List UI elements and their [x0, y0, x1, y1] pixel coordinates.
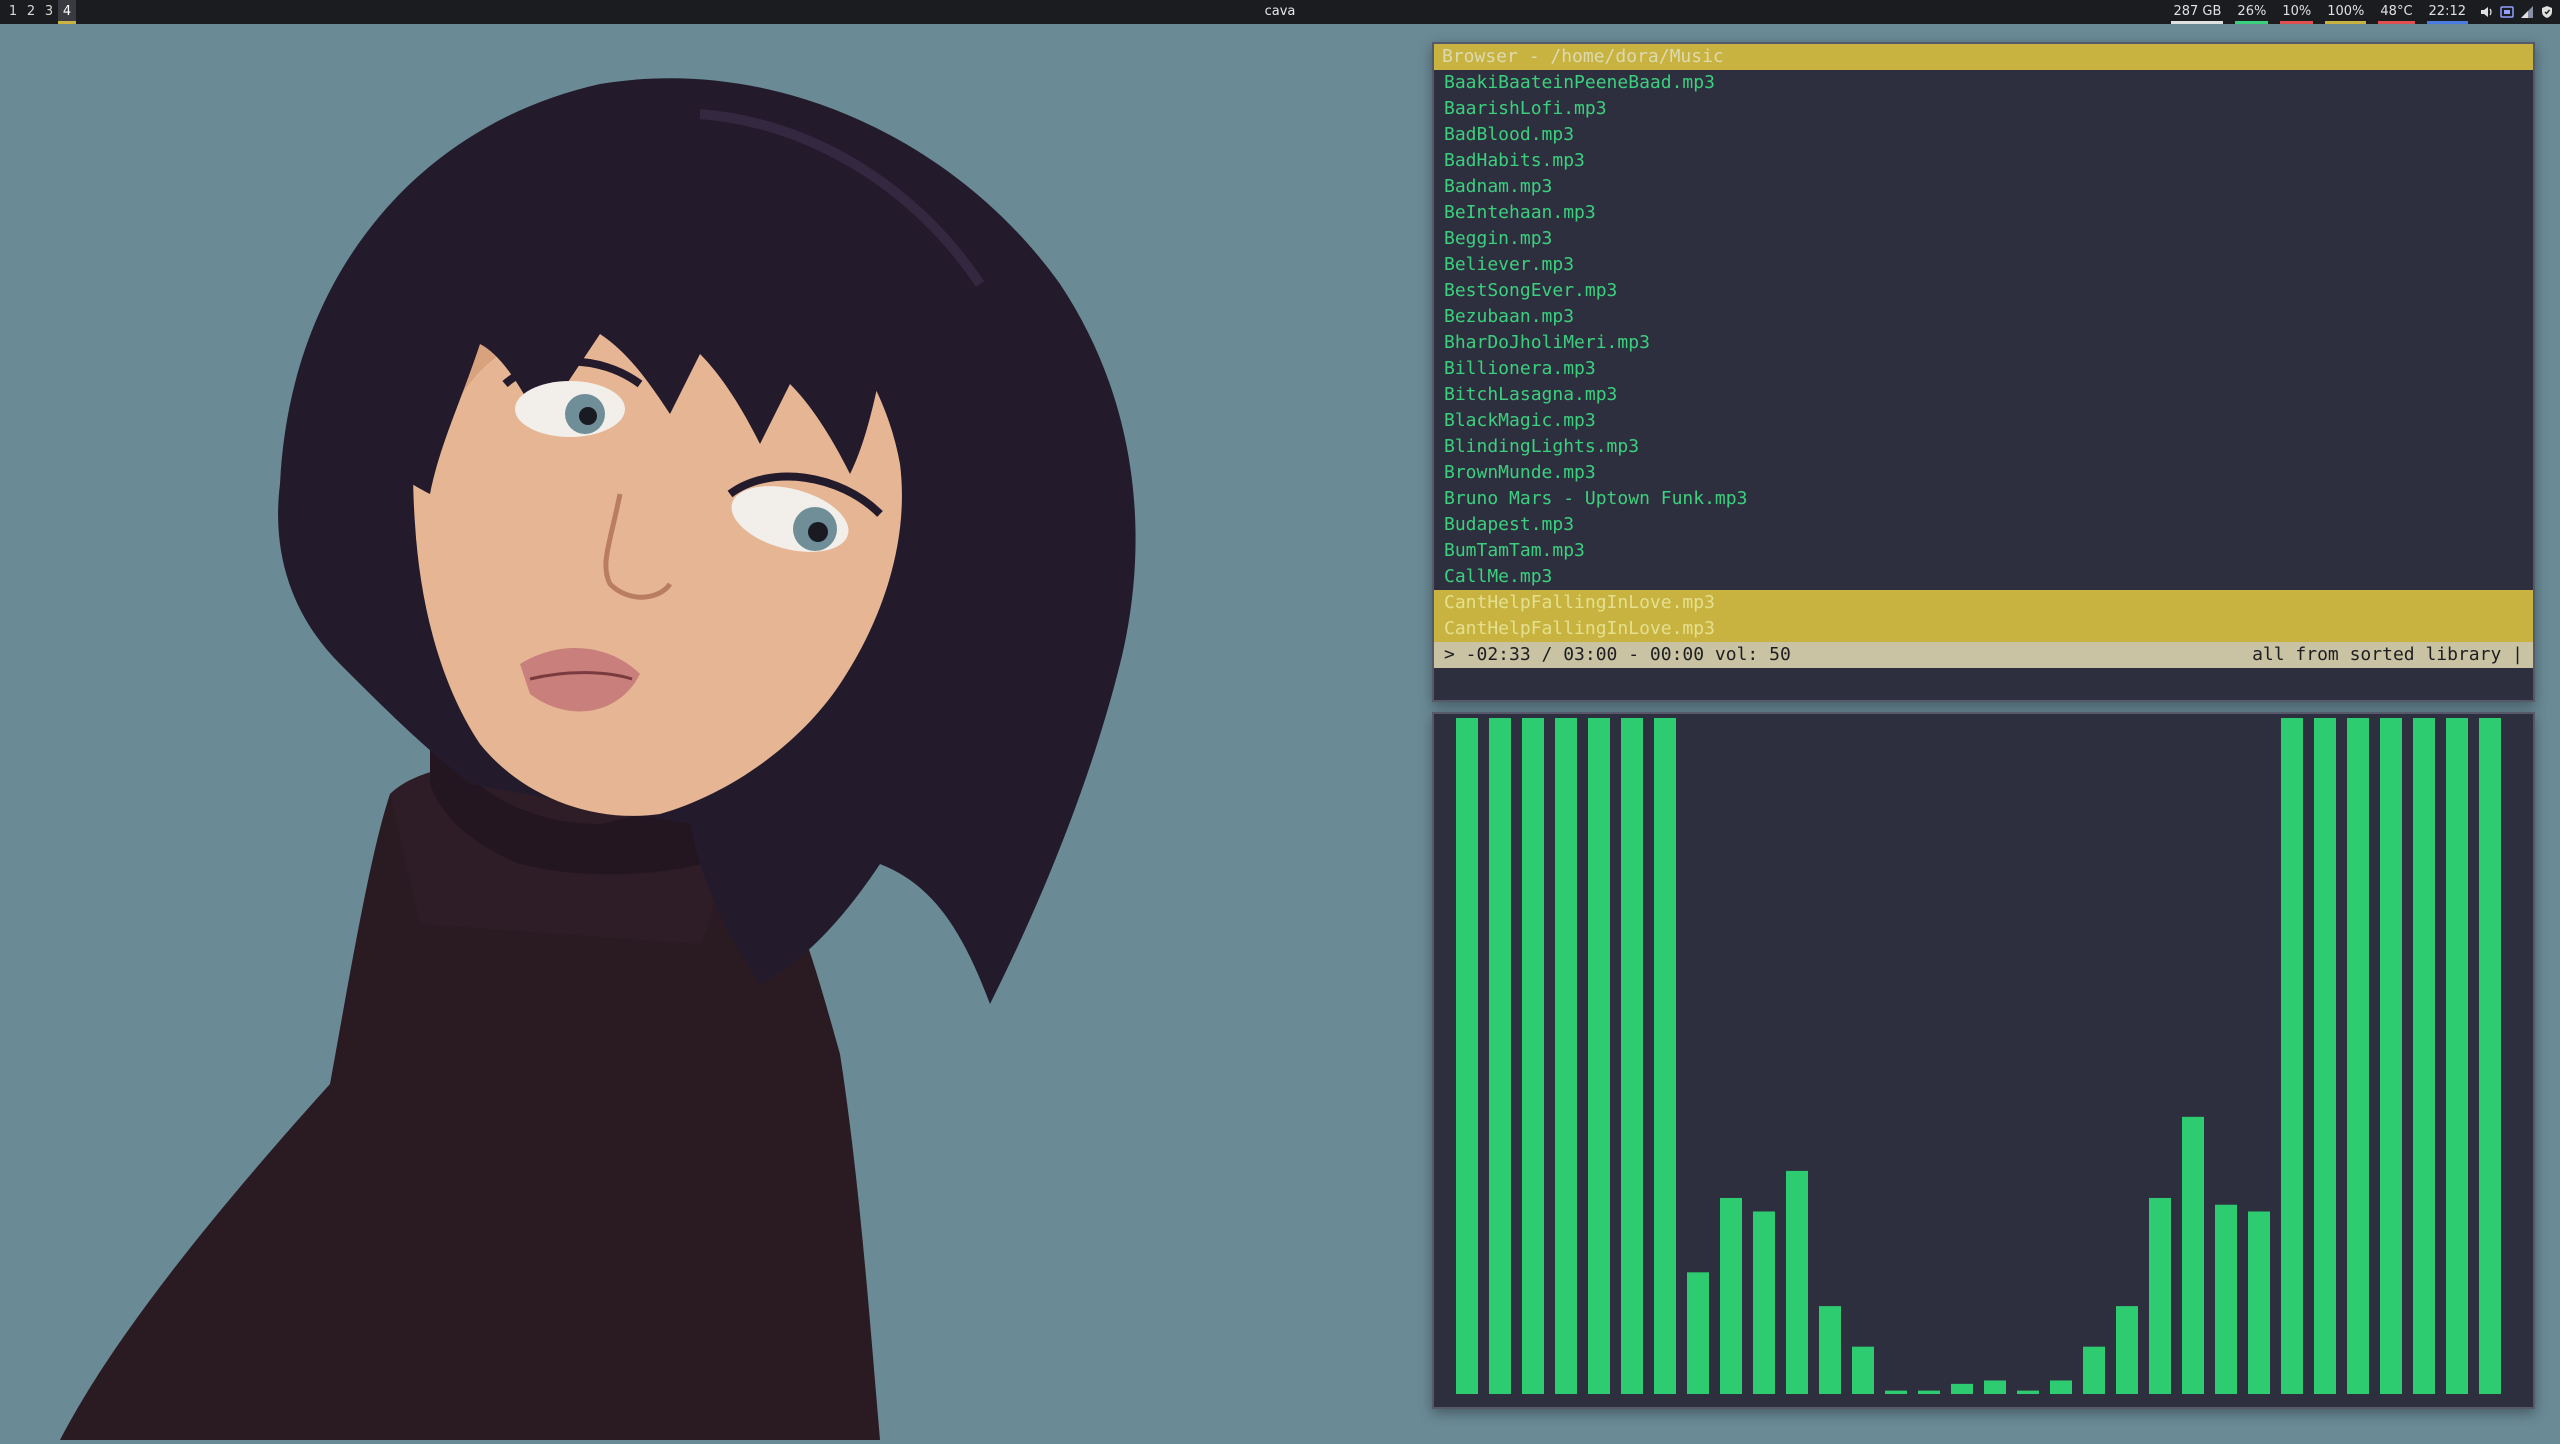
spectrum-bar [1852, 1346, 1874, 1394]
track-item[interactable]: CantHelpFallingInLove.mp3 [1434, 616, 2533, 642]
spectrum-bar [1522, 718, 1544, 1394]
spectrum-bar [1753, 1211, 1775, 1394]
spectrum-bar [1687, 1272, 1709, 1394]
spectrum-bar [2017, 1390, 2039, 1394]
spectrum-bar [1654, 718, 1676, 1394]
track-item[interactable]: BitchLasagna.mp3 [1434, 382, 2533, 408]
spectrum-bar [2215, 1204, 2237, 1394]
spectrum-bar [2347, 718, 2369, 1394]
shield-icon[interactable] [2540, 5, 2554, 19]
track-item[interactable]: Budapest.mp3 [1434, 512, 2533, 538]
cava-visualizer-window [1432, 712, 2535, 1409]
disk-usage: 287 GB [2171, 0, 2223, 24]
cpu-usage: 26% [2235, 0, 2268, 24]
track-item[interactable]: BestSongEver.mp3 [1434, 278, 2533, 304]
workspace-1[interactable]: 1 [4, 0, 22, 24]
workspace-4[interactable]: 4 [58, 0, 76, 24]
track-item[interactable]: Badnam.mp3 [1434, 174, 2533, 200]
library-filter-status: all from sorted library | [2252, 644, 2523, 665]
track-item[interactable]: BadBlood.mp3 [1434, 122, 2533, 148]
track-item[interactable]: BlindingLights.mp3 [1434, 434, 2533, 460]
workspace-2[interactable]: 2 [22, 0, 40, 24]
track-item[interactable]: BharDoJholiMeri.mp3 [1434, 330, 2533, 356]
battery-level: 100% [2325, 0, 2366, 24]
audio-spectrum [1456, 718, 2501, 1394]
browser-title-bar: Browser - /home/dora/Music [1434, 44, 2533, 70]
player-status-line: > -02:33 / 03:00 - 00:00 vol: 50 all fro… [1434, 642, 2533, 668]
spectrum-bar [1918, 1390, 1940, 1394]
spectrum-bar [2050, 1380, 2072, 1394]
music-browser-window[interactable]: Browser - /home/dora/Music BaakiBaateinP… [1432, 42, 2535, 702]
track-item[interactable]: Billionera.mp3 [1434, 356, 2533, 382]
track-list[interactable]: BaakiBaateinPeeneBaad.mp3 BaarishLofi.mp3… [1434, 70, 2533, 642]
spectrum-bar [2149, 1197, 2171, 1394]
track-item[interactable]: BumTamTam.mp3 [1434, 538, 2533, 564]
track-item[interactable]: Beggin.mp3 [1434, 226, 2533, 252]
top-bar: 1234 cava 287 GB 26% 10% 100% 48°C 22:12 [0, 0, 2560, 24]
volume-icon[interactable] [2480, 5, 2494, 19]
spectrum-bar [2083, 1346, 2105, 1394]
spectrum-bar [1720, 1197, 1742, 1394]
track-item[interactable]: BadHabits.mp3 [1434, 148, 2533, 174]
spectrum-bar [1819, 1306, 1841, 1394]
spectrum-bar [2116, 1306, 2138, 1394]
track-item[interactable]: BeIntehaan.mp3 [1434, 200, 2533, 226]
clock: 22:12 [2427, 0, 2468, 24]
track-item[interactable]: Bruno Mars - Uptown Funk.mp3 [1434, 486, 2533, 512]
track-item[interactable]: BlackMagic.mp3 [1434, 408, 2533, 434]
spectrum-bar [2182, 1116, 2204, 1394]
memory-usage: 10% [2280, 0, 2313, 24]
spectrum-bar [1885, 1390, 1907, 1394]
signal-icon[interactable] [2520, 5, 2534, 19]
spectrum-bar [1786, 1170, 1808, 1394]
spectrum-bar [1588, 718, 1610, 1394]
playback-status: > -02:33 / 03:00 - 00:00 vol: 50 [1444, 644, 1791, 665]
spectrum-bar [1489, 718, 1511, 1394]
network-icon[interactable] [2500, 5, 2514, 19]
spectrum-bar [2380, 718, 2402, 1394]
spectrum-bar [1456, 718, 1478, 1394]
track-item[interactable]: BrownMunde.mp3 [1434, 460, 2533, 486]
spectrum-bar [2281, 718, 2303, 1394]
spectrum-bar [1984, 1380, 2006, 1394]
status-area: 287 GB 26% 10% 100% 48°C 22:12 [2171, 0, 2554, 24]
spectrum-bar [1951, 1383, 1973, 1394]
wallpaper-illustration [0, 24, 1420, 1440]
system-tray [2480, 5, 2554, 19]
track-item[interactable]: Bezubaan.mp3 [1434, 304, 2533, 330]
spectrum-bar [1621, 718, 1643, 1394]
temperature: 48°C [2378, 0, 2414, 24]
track-item[interactable]: Believer.mp3 [1434, 252, 2533, 278]
workspace-switcher: 1234 [4, 0, 76, 24]
spectrum-bar [2479, 718, 2501, 1394]
spectrum-bar [2248, 1211, 2270, 1394]
track-item[interactable]: CantHelpFallingInLove.mp3 [1434, 590, 2533, 616]
track-item[interactable]: CallMe.mp3 [1434, 564, 2533, 590]
spectrum-bar [2413, 718, 2435, 1394]
spectrum-bar [2446, 718, 2468, 1394]
spectrum-bar [2314, 718, 2336, 1394]
workspace-3[interactable]: 3 [40, 0, 58, 24]
spectrum-bar [1555, 718, 1577, 1394]
track-item[interactable]: BaakiBaateinPeeneBaad.mp3 [1434, 70, 2533, 96]
track-item[interactable]: BaarishLofi.mp3 [1434, 96, 2533, 122]
